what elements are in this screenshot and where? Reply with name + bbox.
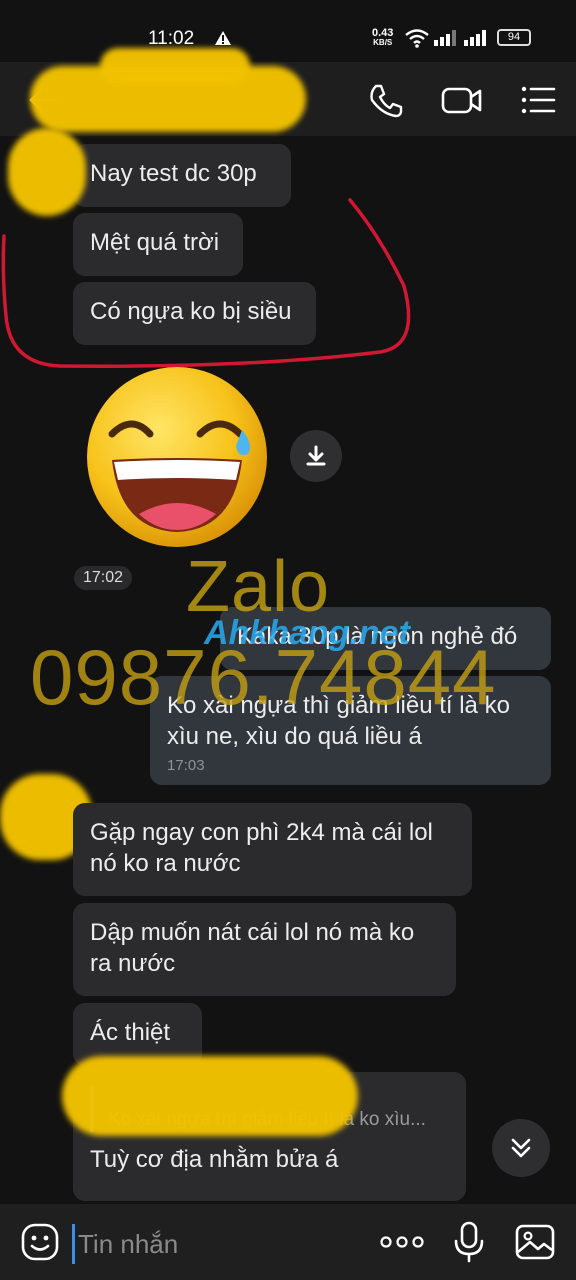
microphone-icon[interactable]: [452, 1220, 486, 1264]
watermark-phone: 09876.74844: [30, 633, 497, 721]
message-text: Nay test dc 30p: [90, 160, 257, 187]
chevron-double-down-icon: [511, 1138, 531, 1158]
timestamp-chip: 17:02: [74, 566, 133, 590]
scroll-to-bottom-button[interactable]: [492, 1119, 550, 1177]
phone-call-icon[interactable]: [366, 80, 406, 120]
video-call-icon[interactable]: [440, 80, 482, 120]
signal-icon-2: [464, 30, 488, 51]
message-bubble-incoming[interactable]: Gặp ngay con phì 2k4 mà cái lol nó ko ra…: [73, 803, 472, 896]
redacted-reply-name: [62, 1056, 358, 1136]
download-icon: [306, 445, 326, 466]
status-time: 11:02: [148, 28, 195, 49]
image-gallery-icon[interactable]: [514, 1222, 556, 1262]
laughing-emoji-sticker[interactable]: [84, 364, 270, 550]
more-options-icon[interactable]: [378, 1226, 426, 1258]
message-input-bar: [0, 1204, 576, 1280]
message-text: Tuỳ cơ địa nhằm bửa á: [90, 1146, 339, 1173]
message-time: 17:03: [167, 757, 205, 774]
emoji-icon[interactable]: [20, 1222, 60, 1262]
network-speed: 0.43 KB/S: [372, 28, 393, 48]
signal-icon: [434, 30, 458, 51]
message-text: Ác thiệt: [90, 1019, 171, 1046]
network-speed-value: 0.43: [372, 27, 394, 39]
message-text: Dập muốn nát cái lol nó mà ko ra nước: [90, 919, 415, 977]
message-bubble-incoming[interactable]: Dập muốn nát cái lol nó mà ko ra nước: [73, 903, 456, 996]
red-annotation-circle: [1, 198, 411, 368]
download-button[interactable]: [290, 430, 342, 482]
battery-indicator: 94: [497, 29, 531, 46]
wifi-icon: [404, 28, 430, 53]
message-input[interactable]: [72, 1224, 352, 1264]
network-speed-unit: KB/S: [373, 38, 393, 47]
menu-list-icon[interactable]: [518, 80, 558, 120]
message-text: Gặp ngay con phì 2k4 mà cái lol nó ko ra…: [90, 819, 433, 877]
redacted-name-top: [100, 48, 250, 84]
status-bar: 11:02 0.43 KB/S 94: [0, 0, 576, 62]
